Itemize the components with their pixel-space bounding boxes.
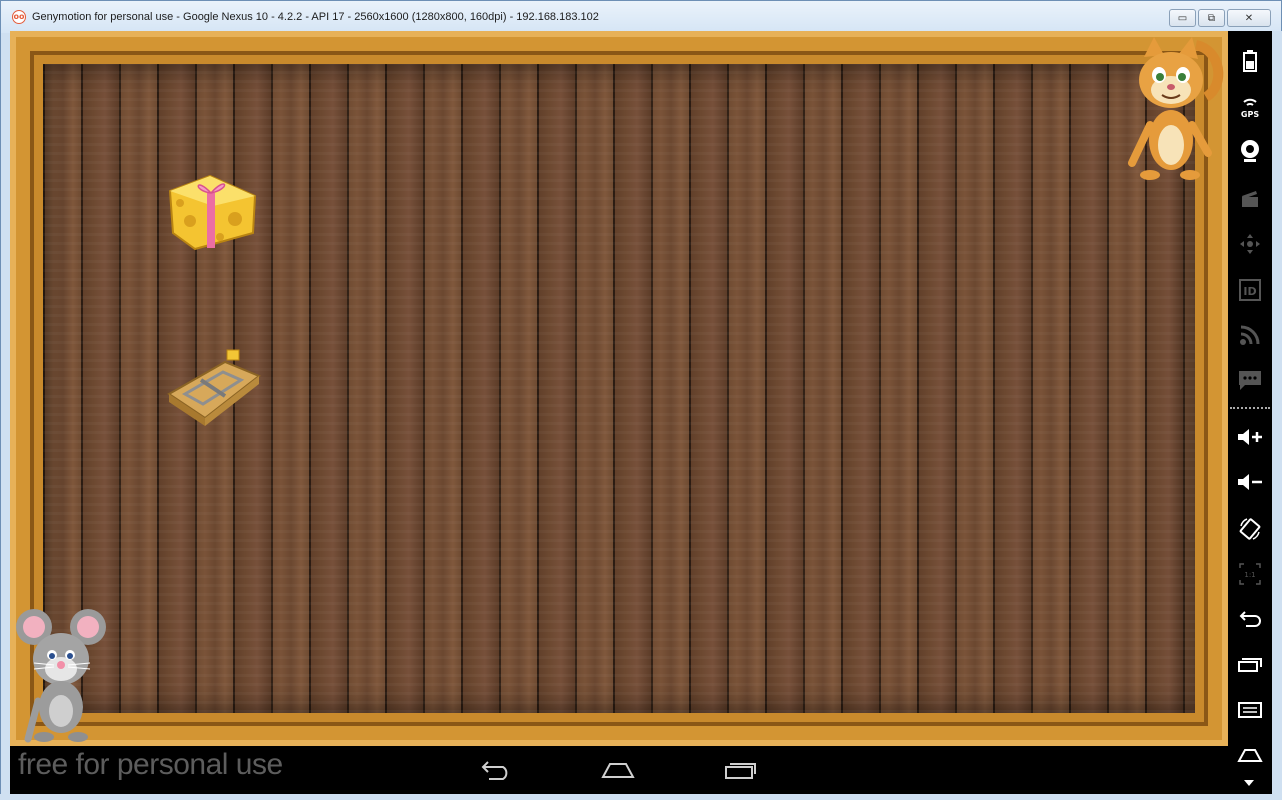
home-icon	[1237, 749, 1263, 762]
network-button[interactable]	[1236, 321, 1264, 349]
gps-button[interactable]: GPS	[1236, 93, 1264, 121]
back-icon	[481, 761, 508, 780]
genymotion-logo-icon: oo	[12, 10, 26, 24]
maximize-button[interactable]: ⧉	[1198, 9, 1225, 27]
battery-icon	[1243, 50, 1257, 72]
back-button[interactable]	[476, 756, 516, 784]
android-navigation-bar: free for personal use	[10, 746, 1228, 794]
screencast-button[interactable]	[1236, 185, 1264, 213]
svg-text:ID: ID	[1243, 285, 1256, 298]
svg-text:GPS: GPS	[1241, 110, 1259, 118]
dpad-icon	[1240, 234, 1260, 254]
gps-icon: GPS	[1241, 98, 1259, 118]
window-title: Genymotion for personal use - Google Nex…	[32, 11, 599, 23]
scale-one-to-one-icon: 1:1	[1239, 563, 1261, 585]
sidebar-back-button[interactable]	[1236, 605, 1264, 633]
sidebar-menu-button[interactable]	[1236, 696, 1264, 724]
chat-bubble-icon	[1239, 371, 1261, 390]
genymotion-sidebar: GPS ID 1:1	[1228, 31, 1272, 794]
remote-control-button[interactable]	[1236, 230, 1264, 258]
rotate-icon	[1239, 518, 1261, 540]
rss-network-icon	[1240, 325, 1260, 345]
sidebar-recent-apps-button[interactable]	[1236, 651, 1264, 679]
recent-apps-button[interactable]	[720, 756, 760, 784]
mouse-sprite[interactable]	[14, 599, 110, 745]
sidebar-divider	[1230, 407, 1270, 409]
volume-up-button[interactable]	[1236, 423, 1264, 451]
volume-down-button[interactable]	[1236, 468, 1264, 496]
sms-button[interactable]	[1236, 366, 1264, 394]
recent-apps-icon	[725, 763, 756, 779]
personal-use-watermark: free for personal use	[18, 748, 283, 781]
rotate-button[interactable]	[1236, 515, 1264, 543]
window-right-border	[1272, 31, 1282, 800]
window-bottom-border	[0, 794, 1282, 800]
volume-down-icon	[1238, 474, 1262, 490]
webcam-button[interactable]	[1236, 137, 1264, 165]
minimize-button[interactable]: ▭	[1169, 9, 1196, 27]
recent-apps-icon	[1238, 658, 1262, 672]
sidebar-home-button[interactable]	[1236, 741, 1264, 769]
scroll-down-icon[interactable]	[1244, 780, 1254, 786]
webcam-icon	[1241, 140, 1259, 162]
cat-sprite[interactable]	[1126, 35, 1226, 181]
volume-up-icon	[1238, 429, 1262, 445]
window-controls: ▭ ⧉ ✕	[1169, 9, 1271, 27]
battery-button[interactable]	[1236, 47, 1264, 75]
clapperboard-icon	[1242, 191, 1258, 207]
title-bar[interactable]: oo Genymotion for personal use - Google …	[1, 1, 1281, 33]
home-button[interactable]	[598, 756, 638, 784]
close-button[interactable]: ✕	[1227, 9, 1271, 27]
device-id-button[interactable]: ID	[1236, 276, 1264, 304]
back-icon	[1239, 611, 1261, 627]
menu-icon	[1238, 702, 1262, 718]
device-screen[interactable]: free for personal use	[10, 31, 1228, 794]
scale-button[interactable]: 1:1	[1236, 560, 1264, 588]
mouse-trap-sprite[interactable]	[165, 346, 263, 428]
cheese-gift-sprite[interactable]	[165, 171, 260, 251]
home-icon	[601, 763, 635, 778]
id-card-icon: ID	[1239, 279, 1261, 301]
svg-text:1:1: 1:1	[1244, 571, 1255, 579]
